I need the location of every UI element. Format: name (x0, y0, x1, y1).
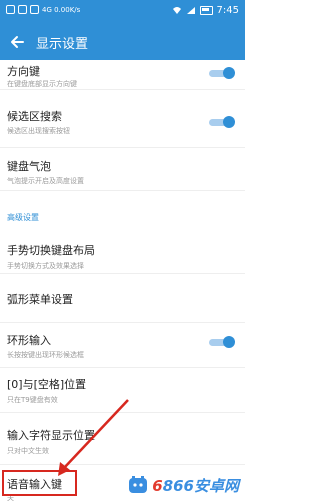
status-left: 4G 0.00K/s (6, 5, 80, 14)
setting-title: 候选区搜索 (7, 110, 62, 123)
status-bar: 4G 0.00K/s 7:45 (0, 0, 245, 24)
app-bar: 显示设置 (0, 24, 245, 60)
app-icon (18, 5, 27, 14)
setting-subtitle: 长按按键出现环形候选框 (7, 351, 84, 359)
toggle-switch[interactable] (209, 116, 235, 128)
wifi-icon (172, 7, 181, 14)
setting-title: 方向键 (7, 65, 40, 78)
setting-title: 输入字符显示位置 (7, 429, 95, 442)
network-speed: 4G 0.00K/s (42, 5, 81, 14)
setting-candidate-search[interactable]: 候选区搜索 候选区出现搜索按钮 (0, 90, 245, 148)
setting-subtitle: 只对中文生效 (7, 447, 49, 455)
setting-title: 手势切换键盘布局 (7, 244, 95, 257)
toggle-switch[interactable] (209, 336, 235, 348)
setting-title: 弧形菜单设置 (7, 293, 73, 306)
watermark-text: 6866安卓网 (152, 476, 239, 495)
battery-icon (199, 6, 213, 15)
back-arrow-icon[interactable] (8, 32, 28, 52)
setting-subtitle: 在键盘底部显示方向键 (7, 80, 77, 88)
setting-ring-input[interactable]: 环形输入 长按按键出现环形候选框 (0, 323, 245, 368)
watermark-logo-icon (129, 476, 148, 493)
setting-subtitle: 气泡提示开启及高度设置 (7, 177, 84, 185)
setting-title: 键盘气泡 (7, 160, 51, 173)
status-right: 7:45 (172, 5, 239, 16)
section-header: 高级设置 (7, 213, 39, 222)
highlight-box (2, 470, 77, 496)
setting-arc-menu[interactable]: 弧形菜单设置 (0, 274, 245, 323)
app-icon (6, 5, 15, 14)
setting-title: [0]与[空格]位置 (7, 378, 87, 391)
toggle-switch[interactable] (209, 67, 235, 79)
setting-char-display-position[interactable]: 输入字符显示位置 只对中文生效 (0, 413, 245, 465)
page-title: 显示设置 (36, 37, 89, 52)
setting-subtitle: 手势切换方式及效果选择 (7, 262, 84, 270)
setting-subtitle: 只在T9键盘有效 (7, 396, 58, 404)
clock: 7:45 (216, 5, 239, 16)
watermark: 6866安卓网 (127, 474, 239, 496)
setting-subtitle: 候选区出现搜索按钮 (7, 127, 70, 135)
app-icon (30, 5, 39, 14)
setting-zero-space-position[interactable]: [0]与[空格]位置 只在T9键盘有效 (0, 368, 245, 413)
signal-icon (186, 7, 195, 14)
setting-key-bubble[interactable]: 键盘气泡 气泡提示开启及高度设置 (0, 148, 245, 191)
setting-title: 环形输入 (7, 334, 51, 347)
setting-gesture-switch[interactable]: 手势切换键盘布局 手势切换方式及效果选择 (0, 230, 245, 274)
setting-direction-keys[interactable]: 方向键 在键盘底部显示方向键 (0, 60, 245, 90)
